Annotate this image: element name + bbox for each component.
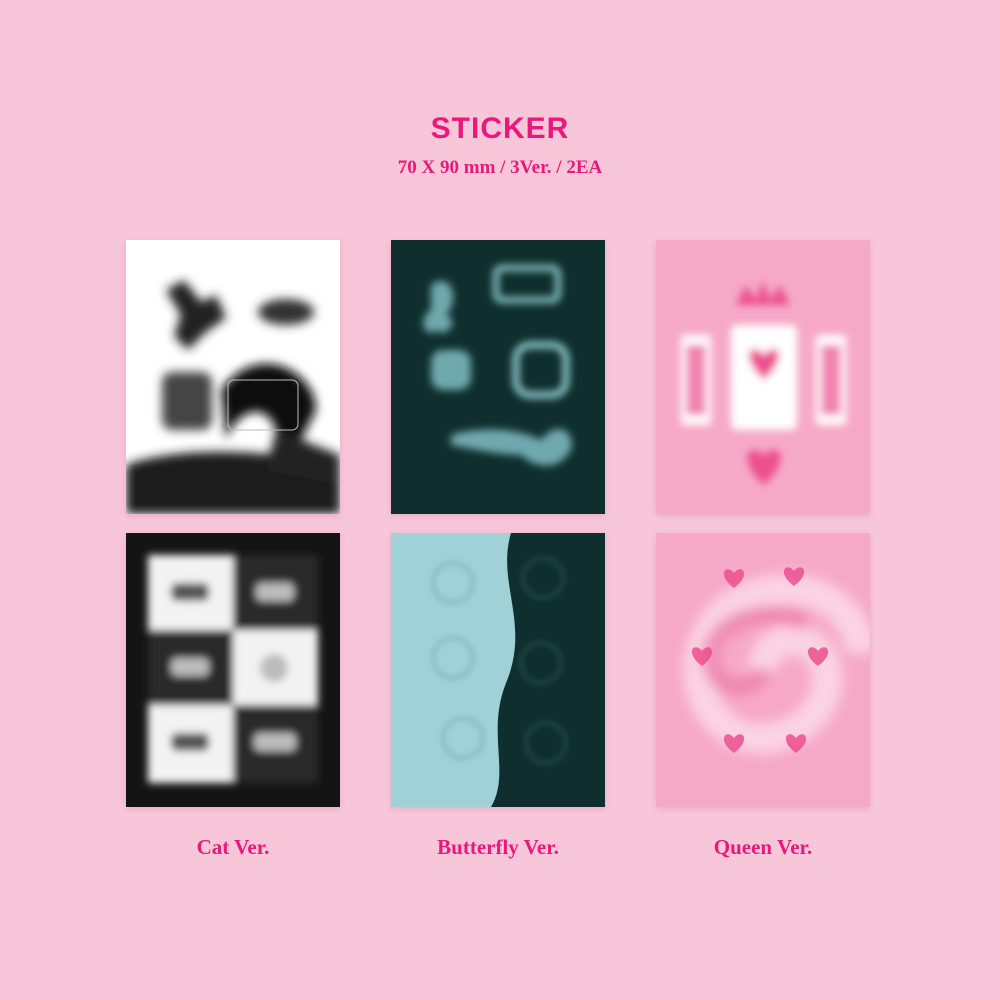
version-label-cat: Cat Ver.: [196, 835, 270, 859]
version-label-queen: Queen Ver.: [713, 835, 813, 859]
page-title: STICKER: [430, 112, 570, 145]
queen-sticker-sheet-2: [656, 533, 870, 807]
page-subtitle: 70 X 90 mm / 3Ver. / 2EA: [397, 157, 603, 178]
butterfly-sticker-sheet-1: [391, 240, 605, 514]
cat-sticker-sheet-1: [126, 240, 340, 514]
version-label-butterfly: Butterfly Ver.: [437, 835, 559, 859]
cat-sticker-sheet-2: [126, 533, 340, 807]
butterfly-sticker-sheet-2: [391, 533, 605, 807]
queen-sticker-sheet-1: [656, 240, 870, 514]
